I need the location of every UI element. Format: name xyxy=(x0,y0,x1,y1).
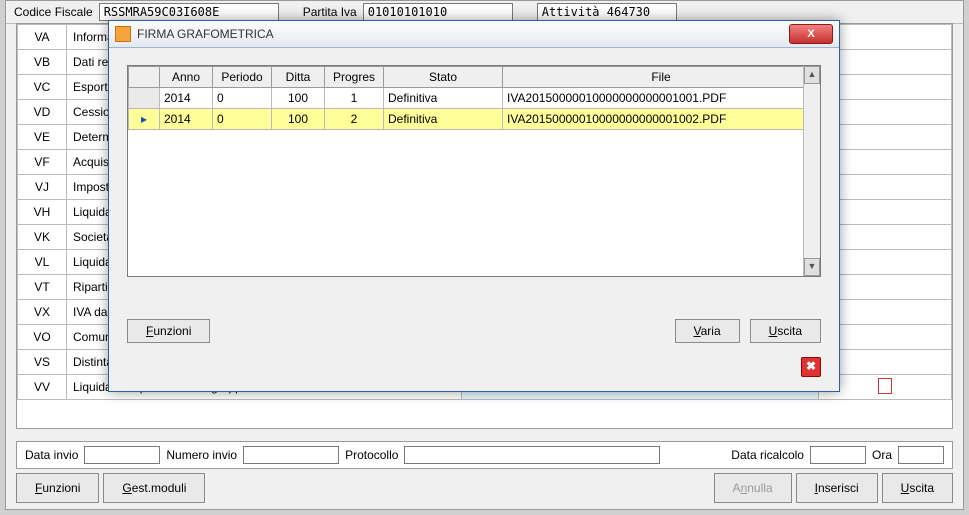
pdf-icon xyxy=(878,378,892,394)
modal-uscita-button[interactable]: Uscita xyxy=(750,319,821,343)
section-code: VD xyxy=(18,100,67,125)
section-code: VL xyxy=(18,250,67,275)
codice-fiscale-field[interactable]: RSSMRA59C03I608E xyxy=(99,3,279,21)
section-code: VE xyxy=(18,125,67,150)
grid-header[interactable]: Anno xyxy=(160,67,213,88)
cell-ditta: 100 xyxy=(272,109,325,130)
cell-ditta: 100 xyxy=(272,88,325,109)
section-code: VB xyxy=(18,50,67,75)
cell-periodo: 0 xyxy=(213,88,272,109)
annulla-button[interactable]: Annulla xyxy=(714,473,792,503)
section-code: VJ xyxy=(18,175,67,200)
numero-invio-label: Numero invio xyxy=(166,448,237,462)
section-code: VV xyxy=(18,375,67,400)
modal-grid[interactable]: AnnoPeriodoDittaProgresStatoFile20140100… xyxy=(127,65,821,277)
section-code: VC xyxy=(18,75,67,100)
row-selector[interactable]: ▸ xyxy=(129,109,160,130)
modal-buttons: Funzioni Varia Uscita xyxy=(127,319,821,343)
scroll-up-icon[interactable]: ▲ xyxy=(804,66,820,84)
modal-title: FIRMA GRAFOMETRICA xyxy=(137,27,789,41)
section-code: VO xyxy=(18,325,67,350)
cell-file: IVA20150000010000000000001002.PDF xyxy=(503,109,820,130)
section-code: VS xyxy=(18,350,67,375)
grid-header[interactable] xyxy=(129,67,160,88)
data-invio-label: Data invio xyxy=(25,448,78,462)
section-code: VA xyxy=(18,25,67,50)
grid-header[interactable]: Ditta xyxy=(272,67,325,88)
scrollbar[interactable]: ▲ ▼ xyxy=(803,66,820,276)
cell-stato: Definitiva xyxy=(384,88,503,109)
window-close-button[interactable]: X xyxy=(789,24,833,44)
varia-button[interactable]: Varia xyxy=(675,319,740,343)
cell-periodo: 0 xyxy=(213,109,272,130)
attivita-field[interactable]: Attività 464730 xyxy=(537,3,677,21)
funzioni-button[interactable]: Funzioni xyxy=(16,473,99,503)
firma-modal: FIRMA GRAFOMETRICA X AnnoPeriodoDittaPro… xyxy=(108,20,840,392)
cell-file: IVA20150000010000000000001001.PDF xyxy=(503,88,820,109)
ora-input[interactable] xyxy=(898,446,944,464)
section-code: VK xyxy=(18,225,67,250)
close-icon[interactable]: ✖ xyxy=(801,357,821,377)
inserisci-button[interactable]: Inserisci xyxy=(796,473,878,503)
codice-fiscale-label: Codice Fiscale xyxy=(14,5,93,19)
partita-iva-field[interactable]: 01010101010 xyxy=(363,3,513,21)
bottom-toolbar: Funzioni Gest.moduli Annulla Inserisci U… xyxy=(16,473,953,503)
grid-header[interactable]: File xyxy=(503,67,820,88)
bottom-fields: Data invio Numero invio Protocollo Data … xyxy=(16,441,953,469)
row-selector[interactable] xyxy=(129,88,160,109)
protocollo-input[interactable] xyxy=(404,446,660,464)
ora-label: Ora xyxy=(872,448,892,462)
scroll-down-icon[interactable]: ▼ xyxy=(804,258,820,276)
grid-row[interactable]: ▸201401002DefinitivaIVA20150000010000000… xyxy=(129,109,820,130)
data-invio-input[interactable] xyxy=(84,446,160,464)
cell-progres: 1 xyxy=(325,88,384,109)
gest-moduli-button[interactable]: Gest.moduli xyxy=(103,473,205,503)
numero-invio-input[interactable] xyxy=(243,446,339,464)
cell-stato: Definitiva xyxy=(384,109,503,130)
uscita-button[interactable]: Uscita xyxy=(882,473,953,503)
cell-anno: 2014 xyxy=(160,109,213,130)
grid-header[interactable]: Periodo xyxy=(213,67,272,88)
grid-row[interactable]: 201401001DefinitivaIVA201500000100000000… xyxy=(129,88,820,109)
section-code: VF xyxy=(18,150,67,175)
grid-header[interactable]: Progres xyxy=(325,67,384,88)
modal-funzioni-button[interactable]: Funzioni xyxy=(127,319,210,343)
section-code: VX xyxy=(18,300,67,325)
modal-titlebar: FIRMA GRAFOMETRICA X xyxy=(109,21,839,48)
cell-anno: 2014 xyxy=(160,88,213,109)
data-ricalcolo-label: Data ricalcolo xyxy=(731,448,804,462)
grid-header[interactable]: Stato xyxy=(384,67,503,88)
cell-progres: 2 xyxy=(325,109,384,130)
protocollo-label: Protocollo xyxy=(345,448,398,462)
partita-iva-label: Partita Iva xyxy=(303,5,357,19)
app-icon xyxy=(115,26,131,42)
section-code: VH xyxy=(18,200,67,225)
data-ricalcolo-input[interactable] xyxy=(810,446,866,464)
section-code: VT xyxy=(18,275,67,300)
